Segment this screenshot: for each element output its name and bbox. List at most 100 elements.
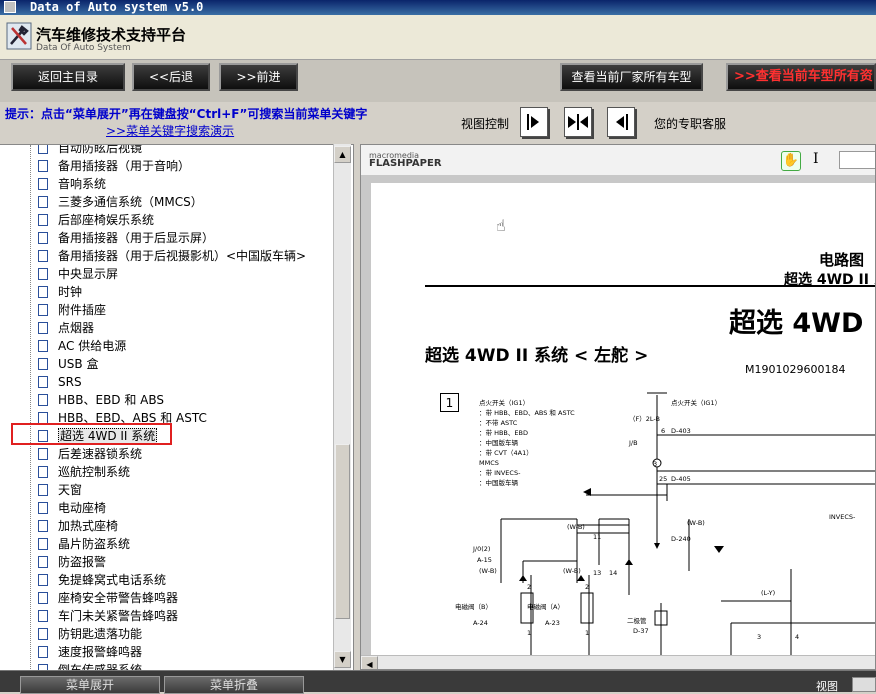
document-icon [38,394,48,406]
document-icon [38,145,48,154]
search-demo-link[interactable]: >>菜单关键字搜索演示 [106,122,234,139]
tree-item[interactable]: 座椅安全带警告蜂鸣器 [38,589,178,607]
document-icon [38,610,48,622]
tree-item[interactable]: 自动防眩后视镜 [38,145,142,157]
document-icon [38,160,48,172]
connector-label: D-405 [671,475,691,483]
document-icon [38,178,48,190]
tree-guide-line [30,145,31,671]
tree-item[interactable]: 附件插座 [38,301,106,319]
document-icon [38,628,48,640]
connector-pin-label: 4 [795,633,799,641]
arrow-right-icon [527,114,539,130]
flashpaper-toolbar: macromedia FLASHPAPER ✋ I [361,145,875,176]
wire-color-label: (L-Y) [761,589,775,597]
arrow-left-icon [616,114,628,130]
tree-item[interactable]: 晶片防盗系统 [38,535,130,553]
legend-line: ：带 INVECS- [479,469,521,477]
tree-item[interactable]: 备用插接器（用于音响） [38,157,190,175]
document-horizontal-scrollbar[interactable]: ◀ [361,655,875,669]
scroll-thumb[interactable] [335,444,350,619]
connector-pin-label: 1 [585,629,589,637]
document-icon [38,376,48,388]
tree-item[interactable]: 时钟 [38,283,82,301]
document-icon [38,556,48,568]
tree-item[interactable]: 速度报警蜂鸣器 [38,643,142,661]
tree-item[interactable]: AC 供给电源 [38,337,126,355]
tree-scrollbar[interactable]: ▲ ▼ [333,144,351,670]
view-select[interactable] [852,677,876,692]
search-hint-text: 提示：点击“菜单展开”再在键盘按“Ctrl+F”可搜索当前菜单关键字 [5,107,368,121]
app-subtitle: Data Of Auto System [36,43,131,53]
tree-item[interactable]: 免提蜂窝式电话系统 [38,571,166,589]
tree-item[interactable]: 加热式座椅 [38,517,118,535]
tree-item[interactable]: 防钥匙遗落功能 [38,625,142,643]
page-area[interactable]: ☝ 电路图 超选 4WD II 系 超选 4WD I 超选 4WD II 系统 … [361,175,875,655]
connector-pin-label: 6 [661,427,665,435]
all-current-models-button[interactable]: >>查看当前车型所有资 [726,63,876,91]
connector-pin-label: 25 [659,475,667,483]
view-expand-right-button[interactable] [520,107,548,137]
connector-pin-label: 2 [585,583,589,591]
page-number-input[interactable] [839,151,875,169]
legend-line: ：中国版车辆 [479,438,519,447]
document-icon [38,646,48,658]
wire-color-label: (W-B) [567,523,585,531]
pan-hand-tool-icon[interactable]: ✋ [781,151,801,171]
forward-button[interactable]: >>前进 [219,63,298,91]
tree-item[interactable]: 点烟器 [38,319,94,337]
document-icon [38,484,48,496]
junction-label: 3 [653,460,657,468]
document-icon [38,466,48,478]
menu-collapse-button[interactable]: 菜单折叠 [164,676,304,694]
scroll-left-arrow-icon[interactable]: ◀ [361,656,378,669]
back-button[interactable]: <<后退 [132,63,210,91]
home-button[interactable]: 返回主目录 [11,63,125,91]
view-expand-left-button[interactable] [607,107,635,137]
connector-pin-label: 13 [593,569,601,577]
circuit-diagram: 点火开关（IG1） （F）2L-B J/B 6 D-403 3 25 D-405… [455,392,875,655]
bottom-bar: 菜单展开 菜单折叠 视图 [0,670,876,694]
tree-item[interactable]: 天窗 [38,481,82,499]
connector-label: D-240 [671,535,691,543]
fuse-label: （F）2L-B [629,415,660,423]
legend-line: ：带 HBB、EBD [479,429,528,437]
text-select-tool-icon[interactable]: I [813,151,819,167]
tree-item[interactable]: 音响系统 [38,175,106,193]
window-title: Data of Auto system v5.0 [30,0,204,14]
tree-item[interactable]: 防盗报警 [38,553,106,571]
tree-item[interactable]: 备用插接器（用于后显示屏） [38,229,214,247]
tree-item[interactable]: 电动座椅 [38,499,106,517]
document-icon [38,214,48,226]
scroll-down-arrow-icon[interactable]: ▼ [334,651,351,668]
tree-item[interactable]: SRS [38,373,82,391]
tree-item[interactable]: 备用插接器（用于后视摄影机）<中国版车辆> [38,247,306,265]
advisor-text: 您的专职客服 [654,117,727,131]
scroll-up-arrow-icon[interactable]: ▲ [334,146,351,163]
tree-item[interactable]: 中央显示屏 [38,265,118,283]
document-icon [38,268,48,280]
view-label: 视图 [816,680,838,693]
view-control-label: 视图控制 [461,117,510,131]
connector-pin-label: 2 [527,583,531,591]
document-icon [38,250,48,262]
connector-pin-label: 14 [609,569,617,577]
connector-label: A-15 [477,556,492,564]
all-manufacturer-models-button[interactable]: 查看当前厂家所有车型 [560,63,703,91]
document-icon [38,340,48,352]
hint-row: 提示：点击“菜单展开”再在键盘按“Ctrl+F”可搜索当前菜单关键字 >>菜单关… [0,102,876,142]
tree-item[interactable]: USB 盒 [38,355,98,373]
wire-color-label: (W-B) [563,567,581,575]
view-split-button[interactable] [564,107,592,137]
tree-item[interactable]: HBB、EBD 和 ABS [38,391,164,409]
tree-item[interactable]: 三菱多通信系统（MMCS） [38,193,203,211]
invecs-label: INVECS- [829,513,856,521]
menu-expand-button[interactable]: 菜单展开 [20,676,160,694]
tree-item[interactable]: 后差速器锁系统 [38,445,142,463]
tree-item[interactable]: 巡航控制系统 [38,463,130,481]
connector-label: A-23 [545,619,560,627]
tree-item[interactable]: 后部座椅娱乐系统 [38,211,154,229]
tree-item[interactable]: 车门未关紧警告蜂鸣器 [38,607,178,625]
connector-pin-label: 3 [757,633,761,641]
jb-label: J/B [628,439,638,447]
